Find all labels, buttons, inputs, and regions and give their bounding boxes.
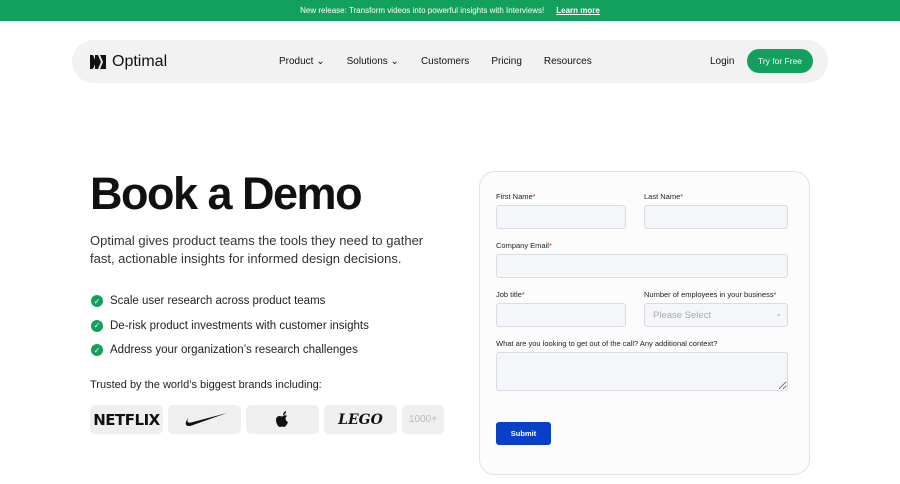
employees-label: Number of employees in your business* (644, 290, 777, 299)
more-brands-count: 1000+ (402, 405, 444, 434)
nav-solutions[interactable]: Solutions ⌄ (347, 56, 399, 67)
last-name-input[interactable] (644, 205, 788, 229)
context-textarea[interactable] (496, 352, 788, 391)
learn-more-link[interactable]: Learn more (556, 6, 600, 15)
trusted-text: Trusted by the world’s biggest brands in… (90, 379, 322, 391)
nav-resources[interactable]: Resources (544, 56, 592, 67)
check-icon: ✓ (91, 319, 103, 332)
benefit-item: ✓ Address your organization’s research ch… (91, 338, 369, 363)
last-name-label: Last Name* (644, 192, 684, 201)
first-name-input[interactable] (496, 205, 626, 229)
first-name-label: First Name* (496, 192, 536, 201)
job-title-label: Job title* (496, 290, 525, 299)
benefit-item: ✓ Scale user research across product team… (91, 289, 369, 314)
nav-product[interactable]: Product ⌄ (279, 56, 325, 67)
logo[interactable]: Optimal (90, 53, 167, 71)
email-input[interactable] (496, 254, 788, 278)
nav-customers[interactable]: Customers (421, 56, 469, 67)
nike-logo (168, 405, 241, 434)
logo-text: Optimal (112, 52, 168, 70)
benefit-item: ✓ De-risk product investments with custom… (91, 314, 369, 339)
netflix-logo: NETFLIX (90, 405, 163, 434)
banner-text: New release: Transform videos into power… (300, 6, 545, 15)
announcement-banner: New release: Transform videos into power… (0, 0, 900, 21)
optimal-logo-icon (90, 54, 106, 69)
login-link[interactable]: Login (710, 56, 734, 67)
email-label: Company Email* (496, 241, 552, 250)
submit-button[interactable]: Submit (496, 422, 551, 445)
employees-select[interactable]: Please Select ⌄ (644, 303, 788, 327)
navbar: Optimal Product ⌄ Solutions ⌄ Customers … (72, 40, 828, 83)
chevron-down-icon: ⌄ (775, 309, 782, 318)
check-icon: ✓ (91, 344, 103, 357)
lego-logo: LEGO (324, 405, 397, 434)
page-title: Book a Demo (90, 168, 363, 219)
context-label: What are you looking to get out of the c… (496, 339, 718, 348)
try-for-free-button[interactable]: Try for Free (747, 49, 813, 73)
job-title-input[interactable] (496, 303, 626, 327)
apple-logo (246, 405, 319, 434)
brand-logos: NETFLIX LEGO 1000+ (90, 405, 444, 434)
check-icon: ✓ (91, 295, 103, 308)
intro-text: Optimal gives product teams the tools th… (90, 233, 424, 266)
demo-form: First Name* Last Name* Company Email* Jo… (479, 171, 810, 475)
nav-pricing[interactable]: Pricing (491, 56, 522, 67)
benefits-list: ✓ Scale user research across product team… (91, 289, 369, 363)
